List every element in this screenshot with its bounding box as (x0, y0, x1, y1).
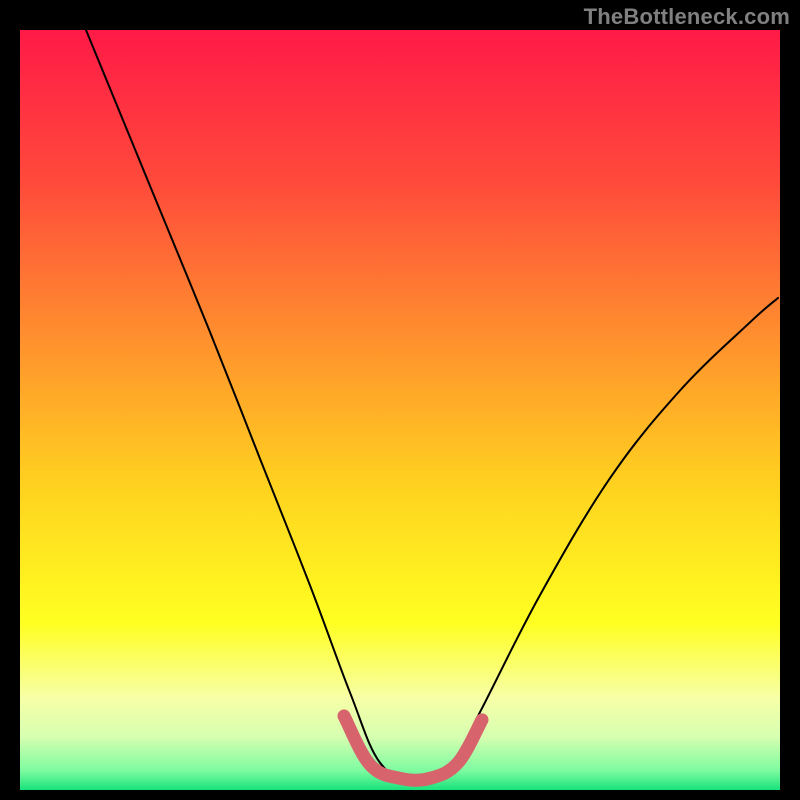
chart-svg (0, 0, 800, 800)
watermark-text: TheBottleneck.com (584, 4, 790, 30)
chart-stage: TheBottleneck.com (0, 0, 800, 800)
